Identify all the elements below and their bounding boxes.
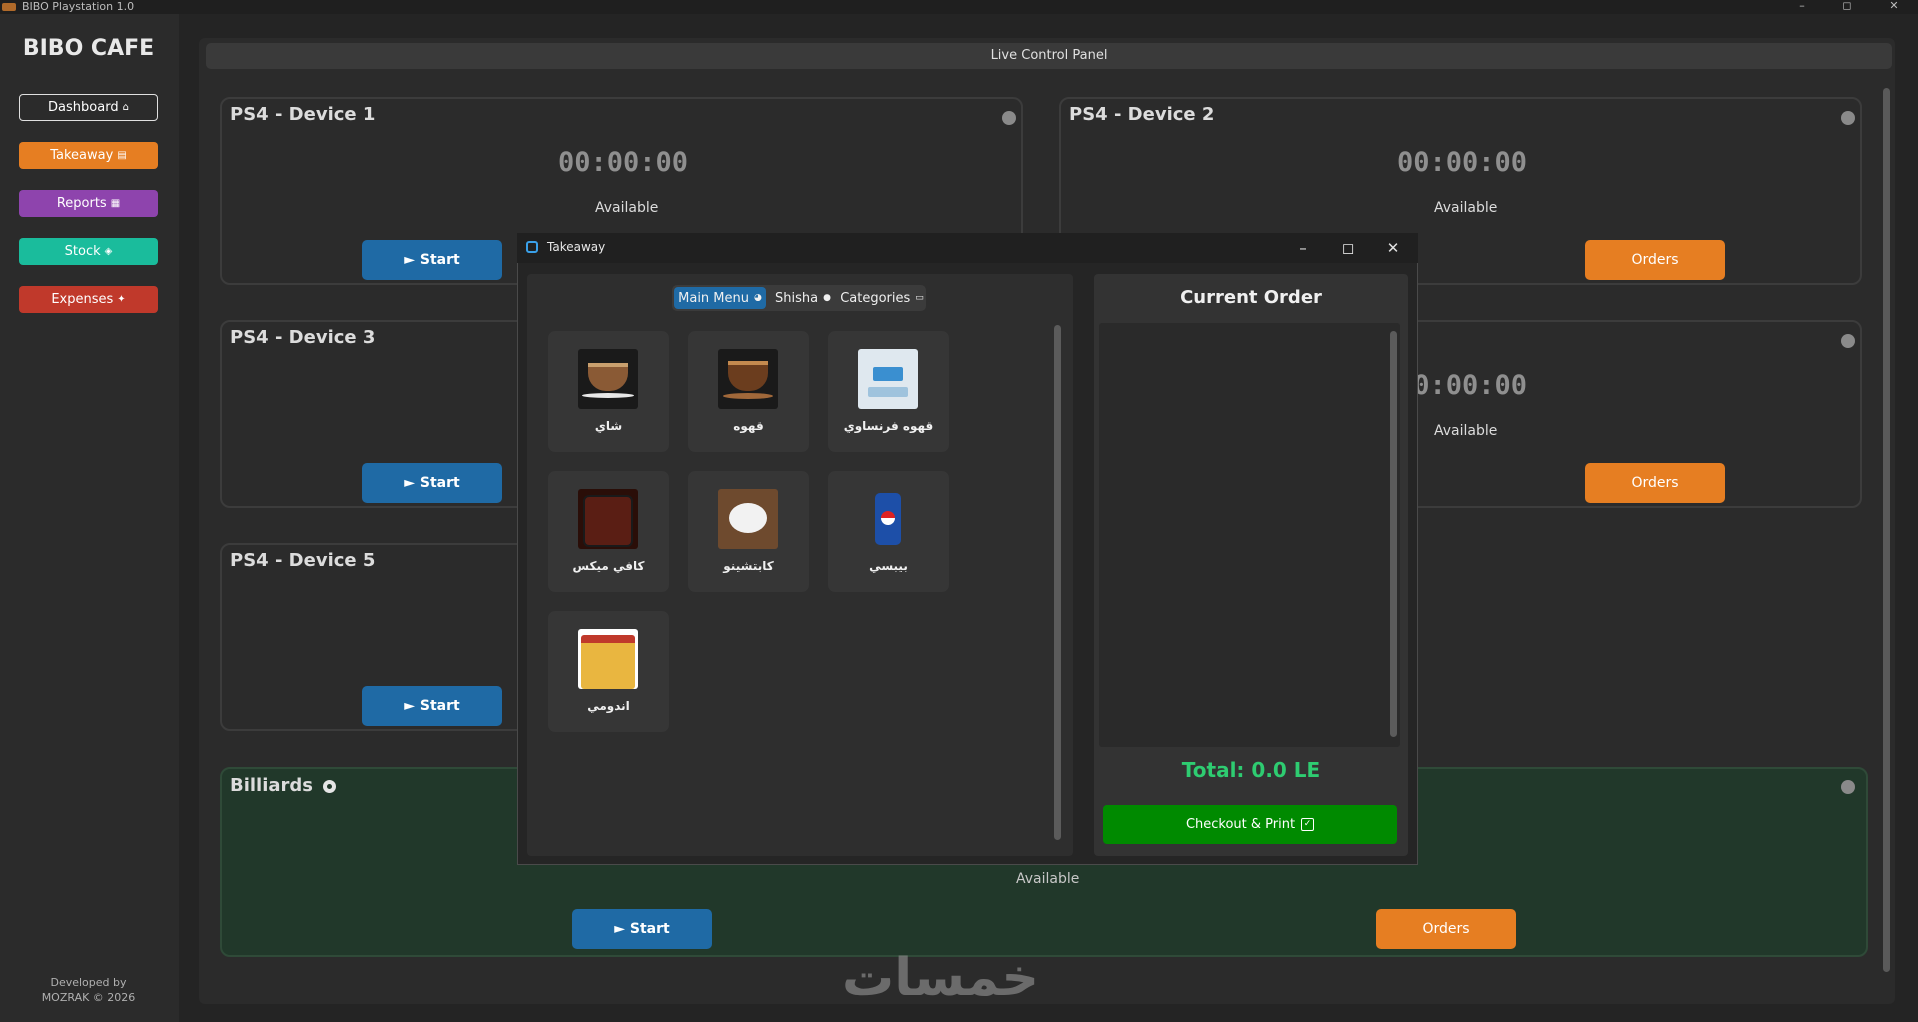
billiards-ball-icon bbox=[323, 779, 337, 793]
menu-icon: ◕ bbox=[754, 293, 762, 303]
report-icon: ▦ bbox=[110, 198, 121, 209]
items-scrollbar[interactable] bbox=[1054, 325, 1061, 840]
modal-maximize-button[interactable]: ◻ bbox=[1334, 237, 1362, 259]
order-items-list bbox=[1099, 323, 1400, 747]
order-scrollbar[interactable] bbox=[1390, 331, 1397, 737]
tea-cup-image bbox=[578, 349, 638, 409]
device-name: PS4 - Device 3 bbox=[230, 327, 376, 348]
sidebar-item-label: Takeaway bbox=[50, 148, 114, 163]
device-status: Available bbox=[595, 200, 659, 216]
modal-minimize-button[interactable]: – bbox=[1289, 237, 1317, 259]
sidebar-item-label: Stock bbox=[64, 244, 101, 259]
billiards-label: Billiards bbox=[230, 775, 314, 796]
device-name: PS4 - Device 2 bbox=[1069, 104, 1215, 125]
item-label: قهوه bbox=[733, 419, 764, 433]
checkout-print-button[interactable]: Checkout & Print ✓ bbox=[1103, 805, 1397, 844]
maximize-button[interactable]: ◻ bbox=[1834, 0, 1860, 13]
takeaway-titlebar bbox=[517, 233, 1418, 263]
shisha-icon: ● bbox=[823, 293, 831, 303]
orders-button[interactable]: Orders bbox=[1376, 909, 1516, 949]
panel-header: Live Control Panel bbox=[206, 43, 1892, 69]
sidebar-item-takeaway[interactable]: Takeaway ▤ bbox=[19, 142, 158, 169]
french-coffee-pack-image bbox=[858, 349, 918, 409]
device-timer: 00:00:00 bbox=[1397, 147, 1528, 178]
tab-label: Categories bbox=[840, 290, 911, 306]
tab-shisha[interactable]: Shisha ● bbox=[768, 287, 838, 309]
item-label: قهوه فرنساوي bbox=[843, 419, 934, 433]
start-button[interactable]: ► Start bbox=[572, 909, 712, 949]
coffee-cup-image bbox=[718, 349, 778, 409]
order-total: Total: 0.0 LE bbox=[1181, 758, 1321, 782]
status-dot bbox=[1841, 111, 1855, 125]
developer-credit: Developed by MOZRAK © 2026 bbox=[0, 975, 177, 1005]
device-name: PS4 - Device 5 bbox=[230, 550, 376, 571]
orders-button[interactable]: Orders bbox=[1585, 463, 1725, 503]
status-dot bbox=[1002, 111, 1016, 125]
status-dot bbox=[1841, 780, 1855, 794]
tab-label: Shisha bbox=[775, 290, 819, 306]
start-button[interactable]: ► Start bbox=[362, 240, 502, 280]
minimize-button[interactable]: – bbox=[1789, 0, 1815, 13]
device-name: PS4 - Device 1 bbox=[230, 104, 376, 125]
tab-main-menu[interactable]: Main Menu ◕ bbox=[674, 287, 766, 309]
takeaway-title: Takeaway bbox=[547, 240, 606, 254]
start-button[interactable]: ► Start bbox=[362, 463, 502, 503]
sidebar-item-label: Dashboard bbox=[48, 100, 119, 115]
item-label: بيبسي bbox=[869, 559, 908, 573]
status-dot bbox=[1841, 334, 1855, 348]
folder-icon: ▭ bbox=[915, 293, 924, 303]
pepsi-can-image bbox=[858, 489, 918, 549]
checkout-label: Checkout & Print bbox=[1185, 817, 1296, 832]
main-scrollbar[interactable] bbox=[1883, 88, 1890, 972]
cart-icon: ▤ bbox=[117, 150, 127, 161]
billiards-status: Available bbox=[1016, 871, 1080, 887]
credit-line: MOZRAK © 2026 bbox=[41, 991, 136, 1004]
sidebar-item-expenses[interactable]: Expenses ✦ bbox=[19, 286, 158, 313]
item-label: كابتشينو bbox=[723, 559, 774, 573]
modal-close-button[interactable]: ✕ bbox=[1379, 237, 1407, 259]
money-icon: ✦ bbox=[117, 294, 126, 305]
start-button[interactable]: ► Start bbox=[362, 686, 502, 726]
credit-line: Developed by bbox=[50, 976, 127, 989]
billiards-name: Billiards bbox=[230, 775, 337, 796]
orders-button[interactable]: Orders bbox=[1585, 240, 1725, 280]
item-label: كافي ميكس bbox=[572, 559, 645, 573]
indomie-pack-image bbox=[578, 629, 638, 689]
sidebar-item-label: Reports bbox=[56, 196, 107, 211]
tab-categories[interactable]: Categories ▭ bbox=[840, 287, 924, 309]
brand-title: BIBO CAFE bbox=[22, 36, 155, 61]
home-icon: ⌂ bbox=[122, 102, 129, 113]
sidebar-item-label: Expenses bbox=[51, 292, 114, 307]
coffee-mix-jar-image bbox=[578, 489, 638, 549]
window-app-icon bbox=[526, 241, 538, 253]
sidebar-item-dashboard[interactable]: Dashboard ⌂ bbox=[19, 94, 158, 121]
tab-label: Main Menu bbox=[678, 290, 749, 306]
device-status: Available bbox=[1434, 423, 1498, 439]
window-titlebar bbox=[0, 0, 1918, 14]
window-title: BIBO Playstation 1.0 bbox=[22, 0, 135, 13]
app-icon bbox=[2, 3, 16, 11]
stock-icon: ◈ bbox=[104, 246, 113, 257]
item-label: شاي bbox=[594, 419, 623, 433]
current-order-title: Current Order bbox=[1180, 287, 1322, 308]
close-button[interactable]: ✕ bbox=[1881, 0, 1907, 13]
device-timer: 00:00:00 bbox=[558, 147, 689, 178]
item-label: اندومي bbox=[587, 699, 630, 713]
watermark: خمسات bbox=[842, 948, 1040, 1008]
sidebar-item-stock[interactable]: Stock ◈ bbox=[19, 238, 158, 265]
cappuccino-image bbox=[718, 489, 778, 549]
sidebar-item-reports[interactable]: Reports ▦ bbox=[19, 190, 158, 217]
device-status: Available bbox=[1434, 200, 1498, 216]
checkbox-icon: ✓ bbox=[1301, 818, 1315, 831]
